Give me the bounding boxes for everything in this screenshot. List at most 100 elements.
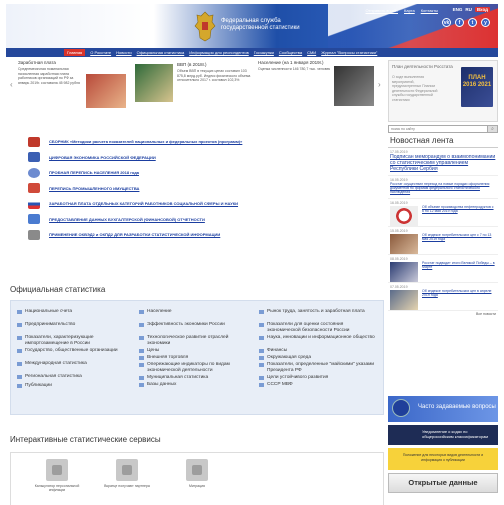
stats-link[interactable]: Финансы [259,348,377,355]
stats-link[interactable]: Базы данных [139,382,251,388]
login-button[interactable]: Вход [474,7,490,12]
search-input[interactable]: поиск по сайту ⌕ [388,125,498,133]
stats-link[interactable]: Цены [139,348,251,355]
top-link-contacts[interactable]: Контакты [421,8,438,13]
stats-column-3: Рынок труда, занятость и заработная плат… [259,309,377,388]
news-title[interactable]: Подписан меморандум о взаимопонимании со… [390,154,496,172]
service-partner[interactable]: Вкратце получают партнера [101,459,153,488]
link-row[interactable]: ЦИФРОВАЯ ЭКОНОМИКА РОССИЙСКОЙ ФЕДЕРАЦИИ [28,150,383,166]
open-data-banner[interactable]: Открытые данные [388,473,498,493]
service-label: Калькулятор персональной инфляции [34,484,80,493]
classifier-banner[interactable]: Уведомление о кодах по общероссийским кл… [388,425,498,445]
stats-link[interactable]: Показатели, характеризующие импортозамещ… [17,335,129,348]
book-icon [28,136,40,147]
banner-gdp[interactable]: ВВП (в 2018г.) Объем ВВП в текущих ценах… [135,60,253,126]
banner-salary[interactable]: Заработная плата Среднемесячная номиналь… [18,60,130,126]
nav-item-communities[interactable]: Сообщества [279,50,302,55]
nav-item-journal[interactable]: Журнал "Вопросы статистики" [321,50,377,55]
calendar-banner[interactable]: Положение для некоторых видов деятельнос… [388,448,498,470]
link-text[interactable]: ПЕРЕПИСЬ ПРОМЫШЛЕННОГО ИМУЩЕСТВА [49,186,139,191]
stats-link[interactable]: Предпринимательство [17,322,129,335]
nav-item-media[interactable]: СМИ [307,50,316,55]
news-item[interactable]: 07.05.2019 Об индексе потребительских це… [388,283,498,311]
stats-link[interactable]: Показатели для оценки состояния экономич… [259,322,377,335]
link-row[interactable]: ПРИМЕНЕНИЕ ОКВЭД2 и ОКПД2 ДЛЯ РАЗРАБОТКИ… [28,227,383,243]
stats-column-1: Национальные счета Предпринимательство П… [17,309,129,389]
link-row[interactable]: ПРЕДОСТАВЛЕНИЕ ДАННЫХ БУХГАЛТЕРСКОЙ (ФИН… [28,212,383,228]
right-sidebar: План деятельности Росстата О ходе выполн… [388,60,498,317]
link-text[interactable]: ПРОБНАЯ ПЕРЕПИСЬ НАСЕЛЕНИЯ 2018 года [49,170,139,175]
banner-title: Заработная плата [18,60,56,65]
faq-banner[interactable]: Часто задаваемые вопросы [388,396,498,422]
vk-icon[interactable]: vk [442,18,451,27]
carousel-prev-icon[interactable]: ‹ [10,80,13,89]
all-news-link[interactable]: Все новости [388,311,498,317]
nav-item-procurement[interactable]: Госзакупки [254,50,274,55]
youtube-icon[interactable]: y [481,18,490,27]
news-title[interactable]: Об индексе потребительских цен с 7 по 13… [422,233,496,241]
stats-link[interactable]: Региональная статистика [17,374,129,383]
carousel-next-icon[interactable]: › [378,80,381,89]
stats-link[interactable]: Эффективность экономики России [139,322,251,335]
link-text[interactable]: СБОРНИК «Методики расчета показателей на… [49,139,242,144]
banner-population[interactable]: Население (на 1 января 2019г.) Оценка чи… [258,60,378,126]
stats-link[interactable]: Национальные счета [17,309,129,322]
nav-item-official-stats[interactable]: Официальная статистика [137,50,185,55]
stats-link[interactable]: Муниципальная статистика [139,375,251,382]
banner-title: Население (на 1 января 2019г.) [258,60,324,65]
stats-link[interactable]: Наука, инновации и информационное общест… [259,335,377,348]
top-links: Отправить в сайт Карта Контакты [366,8,438,13]
facebook-icon[interactable]: f [455,18,464,27]
stats-link[interactable]: Показатели, определенные "майскими" указ… [259,362,377,375]
lang-ru[interactable]: RU [465,7,472,12]
link-text[interactable]: ЦИФРОВАЯ ЭКОНОМИКА РОССИЙСКОЙ ФЕДЕРАЦИИ [49,155,156,160]
stats-link[interactable]: Государство, общественные организации [17,348,129,361]
coat-of-arms-icon[interactable] [194,10,216,42]
news-item[interactable]: 17.05.2019 Подписан меморандум о взаимоп… [388,148,498,176]
stats-link[interactable]: Население [139,309,251,322]
link-text[interactable]: ЗАРАБОТНАЯ ПЛАТА ОТДЕЛЬНЫХ КАТЕГОРИЙ РАБ… [49,201,238,206]
service-inflation-calculator[interactable]: Калькулятор персональной инфляции [31,459,83,492]
lang-eng[interactable]: ENG [453,7,463,12]
link-row[interactable]: ПЕРЕПИСЬ ПРОМЫШЛЕННОГО ИМУЩЕСТВА [28,181,383,197]
top-link-sitemap[interactable]: Карта [404,8,415,13]
link-text[interactable]: ПРИМЕНЕНИЕ ОКВЭД2 и ОКПД2 ДЛЯ РАЗРАБОТКИ… [49,232,220,237]
stats-link[interactable]: Технологическое развитие отраслей эконом… [139,335,251,348]
news-item[interactable]: 08.05.2019 Росстат подводит итоги Велико… [388,255,498,283]
stats-link[interactable]: Цели устойчивого развития [259,375,377,382]
official-stats-title: Официальная статистика [10,285,106,294]
news-item[interactable]: 16.05.2019 Об объеме производства нефтеп… [388,199,498,227]
stats-link[interactable]: Рынок труда, занятость и заработная плат… [259,309,377,322]
industry-census-icon [28,183,40,194]
nav-item-news[interactable]: Новости [116,50,131,55]
no-oil-icon [390,205,418,226]
stats-link[interactable]: СССР МВФ [259,382,377,388]
news-title[interactable]: Об объеме производства нефтепродуктов с … [422,205,496,213]
site-title-line2: государственной статистики [221,25,300,31]
news-title[interactable]: Росстат подводит итоги Великой Победы – … [422,261,496,269]
plan-widget[interactable]: План деятельности Росстата О ходе выполн… [388,60,498,122]
search-icon[interactable]: ⌕ [487,126,497,132]
twitter-icon[interactable]: t [468,18,477,27]
featured-links: СБОРНИК «Методики расчета показателей на… [28,134,383,243]
stats-link[interactable]: Опережающие индикаторы по видам экономич… [139,362,251,375]
news-item[interactable]: 16.05.2019 Росстат осуществил переход на… [388,176,498,199]
news-item[interactable]: 15.05.2019 Об индексе потребительских це… [388,227,498,255]
news-title[interactable]: Об индексе потребительских цен в апреле … [422,289,496,297]
stats-link[interactable]: Внешняя торговля [139,355,251,362]
site-title[interactable]: Федеральная служба государственной стати… [221,18,300,32]
nav-item-home[interactable]: Главная [64,49,86,56]
link-text[interactable]: ПРЕДОСТАВЛЕНИЕ ДАННЫХ БУХГАЛТЕРСКОЙ (ФИН… [49,217,205,222]
link-row[interactable]: ПРОБНАЯ ПЕРЕПИСЬ НАСЕЛЕНИЯ 2018 года [28,165,383,181]
stats-link[interactable]: Публикации [17,383,129,389]
nav-item-respondents[interactable]: Информация для респондентов [189,50,249,55]
stats-link[interactable]: Международная статистика [17,361,129,374]
service-migration[interactable]: Миграция [171,459,223,488]
top-link-feedback[interactable]: Отправить в сайт [366,8,398,13]
nav-item-about[interactable]: О Росстате [90,50,111,55]
link-row[interactable]: СБОРНИК «Методики расчета показателей на… [28,134,383,150]
news-title[interactable]: Росстат осуществил переход на новые поря… [390,182,496,195]
stats-link[interactable]: Окружающая среда [259,355,377,362]
link-row[interactable]: ЗАРАБОТНАЯ ПЛАТА ОТДЕЛЬНЫХ КАТЕГОРИЙ РАБ… [28,196,383,212]
puzzle-icon [116,459,138,481]
